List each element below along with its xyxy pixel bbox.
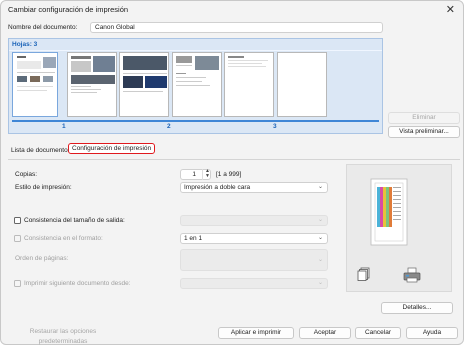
preview-button[interactable]: Vista preliminar... [388, 126, 460, 138]
chevron-down-icon: ⌄ [317, 280, 323, 286]
sheet-indicator-bar [12, 120, 379, 122]
dialog-footer: Restaurar las opciones predeterminadas A… [1, 319, 463, 345]
stack-icon [357, 267, 371, 281]
cancel-button[interactable]: Cancelar [355, 327, 401, 339]
print-next-checkbox[interactable] [14, 280, 21, 287]
page-text-block [17, 61, 41, 69]
sheet-number-2: 2 [167, 123, 171, 130]
output-size-select[interactable]: ⌄ [180, 215, 328, 226]
page-image [17, 76, 27, 82]
page-order-select[interactable]: ⌄ [180, 249, 328, 271]
page-text-block [228, 66, 266, 67]
window-title: Cambiar configuración de impresión [8, 5, 129, 14]
page-text-block [228, 56, 244, 58]
divider [9, 50, 382, 51]
delete-button[interactable]: Eliminar [388, 112, 460, 124]
page-text-block [17, 90, 47, 91]
page-image [123, 76, 143, 88]
page-text-block [123, 73, 167, 74]
page-image [43, 57, 56, 68]
format-label: Consistencia en el formato: [24, 235, 103, 242]
sheet-count: Hojas: 3 [12, 41, 38, 48]
document-name-field[interactable]: Canon Global [90, 22, 383, 33]
print-next-label: Imprimir siguiente documento desde: [24, 280, 131, 287]
spin-down-icon[interactable]: ▼ [205, 173, 210, 179]
ok-button[interactable]: Aceptar [299, 327, 351, 339]
output-size-label: Consistencia del tamaño de salida: [24, 217, 125, 224]
chevron-down-icon: ⌄ [317, 217, 323, 223]
page-order-label: Orden de páginas: [15, 255, 69, 262]
page-text-block [228, 63, 262, 64]
print-next-select[interactable]: ⌄ [180, 278, 328, 289]
page-text-block [228, 60, 268, 61]
preview-page-3b[interactable] [277, 52, 327, 117]
page-image [71, 75, 115, 84]
details-button[interactable]: Detalles... [381, 302, 453, 314]
copies-range: [1 a 999] [216, 171, 242, 178]
page-text-block [17, 72, 55, 73]
format-select[interactable]: 1 en 1 ⌄ [180, 233, 328, 244]
page-image [195, 56, 219, 70]
page-text-block [71, 92, 97, 93]
page-image [123, 56, 167, 70]
preview-page-3[interactable] [224, 52, 274, 117]
page-text-block [176, 77, 206, 78]
preview-page-1[interactable] [12, 52, 58, 117]
apply-and-print-button[interactable]: Aplicar e imprimir [218, 327, 294, 339]
print-style-label: Estilo de impresión: [15, 184, 72, 191]
printer-icon [403, 267, 421, 283]
page-image [93, 56, 115, 72]
copies-label: Copias: [15, 171, 38, 178]
close-icon[interactable]: ✕ [446, 3, 455, 16]
print-style-value: Impresión a doble cara [184, 184, 251, 191]
page-image [43, 76, 53, 82]
print-settings-dialog: Cambiar configuración de impresión ✕ Nom… [0, 0, 464, 345]
page-text-block [176, 81, 202, 82]
printer-preview-box [346, 164, 452, 292]
sheet-number-3: 3 [273, 123, 277, 130]
restore-defaults-button[interactable]: Restaurar las opciones predeterminadas [5, 327, 121, 345]
page-image [71, 61, 91, 72]
page-text-block [176, 65, 192, 66]
tab-divider [8, 159, 460, 160]
page-image [145, 76, 167, 88]
page-text-block [17, 86, 53, 87]
chevron-down-icon: ⌄ [317, 257, 323, 263]
chevron-down-icon: ⌄ [317, 184, 323, 190]
page-text-block [176, 85, 210, 86]
document-name-label: Nombre del documento: [8, 24, 78, 31]
page-image [30, 76, 40, 82]
chevron-down-icon: ⌄ [317, 235, 323, 241]
format-checkbox[interactable] [14, 235, 21, 242]
page-image [176, 56, 192, 63]
sheet-number-1: 1 [62, 123, 66, 130]
page-text-block [17, 56, 26, 58]
preview-page-1b[interactable] [67, 52, 117, 117]
print-style-select[interactable]: Impresión a doble cara ⌄ [180, 182, 328, 193]
format-value: 1 en 1 [184, 235, 203, 242]
page-text-block [176, 73, 186, 74]
tab-document-list[interactable]: Lista de documentos [11, 147, 71, 154]
title-bar: Cambiar configuración de impresión ✕ [1, 1, 463, 19]
copies-stepper[interactable]: ▲ ▼ [202, 168, 211, 180]
help-button[interactable]: Ayuda [406, 327, 458, 339]
preview-page-2[interactable] [119, 52, 169, 117]
page-text-block [123, 91, 163, 92]
output-size-checkbox[interactable] [14, 217, 21, 224]
page-text-block [71, 86, 91, 87]
page-text-block [71, 56, 91, 59]
preview-page-2b[interactable] [172, 52, 222, 117]
sheet-preview-panel[interactable]: Hojas: 3 1 2 3 [8, 38, 383, 134]
tab-print-settings[interactable]: Configuración de impresión [68, 143, 156, 154]
page-text-block [71, 89, 101, 90]
